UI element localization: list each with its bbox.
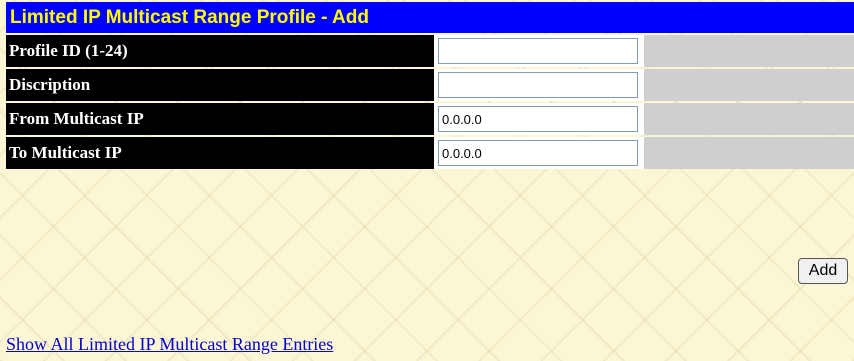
- from-ip-row: From Multicast IP: [6, 103, 854, 135]
- profile-id-input[interactable]: [438, 38, 638, 64]
- profile-id-row: Profile ID (1-24): [6, 35, 854, 67]
- from-ip-input[interactable]: [438, 106, 638, 132]
- profile-id-label: Profile ID (1-24): [6, 35, 434, 67]
- description-row: Discription: [6, 69, 854, 101]
- to-ip-input[interactable]: [438, 140, 638, 166]
- description-input[interactable]: [438, 72, 638, 98]
- filler-cell: [644, 35, 854, 67]
- description-label: Discription: [6, 69, 434, 101]
- from-ip-cell: [434, 103, 644, 135]
- page-title: Limited IP Multicast Range Profile - Add: [6, 2, 854, 33]
- description-cell: [434, 69, 644, 101]
- profile-id-cell: [434, 35, 644, 67]
- filler-cell: [644, 103, 854, 135]
- to-ip-row: To Multicast IP: [6, 137, 854, 169]
- show-all-entries-link[interactable]: Show All Limited IP Multicast Range Entr…: [6, 334, 333, 355]
- to-ip-cell: [434, 137, 644, 169]
- add-button[interactable]: Add: [798, 258, 848, 284]
- to-ip-label: To Multicast IP: [6, 137, 434, 169]
- filler-cell: [644, 69, 854, 101]
- filler-cell: [644, 137, 854, 169]
- profile-form: Profile ID (1-24) Discription From Multi…: [6, 35, 854, 171]
- from-ip-label: From Multicast IP: [6, 103, 434, 135]
